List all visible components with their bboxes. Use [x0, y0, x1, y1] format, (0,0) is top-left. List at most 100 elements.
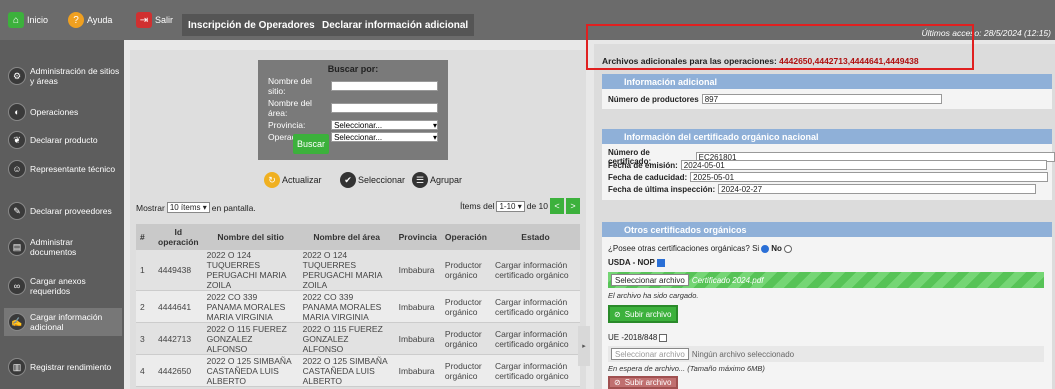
no-radio[interactable]	[783, 244, 792, 253]
cell-area: 2022 O 115 FUEREZ GONZALEZ ALFONSO	[298, 322, 395, 355]
table-row[interactable]: 3 4442713 2022 O 115 FUEREZ GONZALEZ ALF…	[136, 322, 580, 355]
usda-row: USDA - NOP	[608, 258, 665, 267]
attachments-icon: ∞	[8, 277, 26, 295]
tab-inscripcion-operadores[interactable]: Inscripción de Operadores	[182, 14, 321, 36]
table-row[interactable]: 4 4442650 2022 O 125 SIMBAÑA CASTAÑEDA L…	[136, 354, 580, 387]
table-row[interactable]: 1 4449438 2022 O 124 TUQUERRES PERUGACHI…	[136, 250, 580, 291]
group-label: Agrupar	[430, 175, 463, 185]
table-header-row: # Id operación Nombre del sitio Nombre d…	[136, 224, 580, 250]
select-label: Seleccionar	[358, 175, 406, 185]
inspection-date-row: Fecha de última inspección: 2024-02-27	[608, 184, 1037, 194]
help-label: Ayuda	[87, 15, 113, 25]
sidebar-item-declarar-producto[interactable]: ❦ Declarar producto	[8, 131, 120, 149]
ue-no-file-text: Ningún archivo seleccionado	[691, 349, 795, 359]
site-name-input[interactable]	[331, 81, 438, 91]
sidebar-item-sitios[interactable]: ⚙ Administración de sitios y áreas	[8, 66, 120, 86]
ue-select-file-button[interactable]: Seleccionar archivo	[611, 348, 689, 360]
show-prefix: Mostrar	[136, 202, 165, 213]
chevron-down-icon: ▾	[432, 121, 437, 130]
yes-radio[interactable]	[761, 244, 770, 253]
usda-loaded-message: El archivo ha sido cargado.	[608, 291, 699, 300]
pagination: Ítems del 1-10 ▾ de 10 < >	[460, 198, 580, 214]
items-prefix: Ítems del	[459, 201, 495, 211]
cell-operation: Productor orgánico	[440, 290, 491, 323]
header-nombre-sitio: Nombre del sitio	[202, 224, 299, 250]
prev-page-button[interactable]: <	[550, 198, 564, 214]
area-name-input[interactable]	[331, 103, 438, 113]
header-id-operacion: Id operación	[154, 224, 203, 250]
search-button[interactable]: Buscar	[293, 134, 329, 154]
producers-input[interactable]: 897	[701, 94, 942, 104]
search-title: Buscar por:	[327, 64, 379, 74]
table-row[interactable]: 2 4444641 2022 CO 339 PANAMA MORALES MAR…	[136, 290, 580, 323]
header-estado: Estado	[490, 224, 580, 250]
sidebar-item-cargar-info[interactable]: ✍ Cargar información adicional	[4, 308, 122, 336]
no-label: No	[771, 244, 782, 253]
cell-province: Imbabura	[394, 250, 441, 291]
inspection-date-input[interactable]: 2024-02-27	[718, 184, 1037, 194]
usda-select-file-button[interactable]: Seleccionar archivo	[611, 274, 689, 286]
cell-status: Cargar información certificado orgánico	[490, 290, 580, 323]
ue-row: UE -2018/848	[608, 333, 668, 342]
sidebar-item-label: Registrar rendimiento	[30, 362, 112, 372]
home-button[interactable]: ⌂ Inicio	[8, 10, 48, 30]
home-icon: ⌂	[8, 12, 24, 28]
sidebar-item-anexos[interactable]: ∞ Cargar anexos requeridos	[8, 276, 120, 296]
documents-icon: ▤	[8, 238, 26, 256]
expiry-date-input[interactable]: 2025-05-01	[690, 172, 1049, 182]
operation-select[interactable]: Seleccionar... ▾	[331, 132, 438, 142]
usda-checkbox[interactable]	[656, 258, 665, 267]
sidebar-item-proveedores[interactable]: ✎ Declarar proveedores	[8, 202, 120, 220]
collapse-panel-handle[interactable]: ▸	[578, 326, 590, 366]
highlight-box	[586, 24, 974, 70]
usda-upload-button[interactable]: ⊘ Subir archivo	[608, 305, 678, 323]
province-select[interactable]: Seleccionar... ▾	[331, 120, 438, 130]
operations-table: # Id operación Nombre del sitio Nombre d…	[136, 224, 580, 387]
items-total: de 10	[526, 201, 548, 211]
ue-upload-button[interactable]: ⊘ Subir archivo	[608, 376, 678, 389]
cell-province: Imbabura	[394, 322, 441, 355]
header-nombre-area: Nombre del área	[298, 224, 395, 250]
items-range-select[interactable]: 1-10 ▾	[496, 200, 525, 212]
group-button[interactable]: ☰ Agrupar	[412, 172, 462, 188]
sidebar-item-label: Administrar documentos	[30, 237, 77, 257]
ue-checkbox[interactable]	[659, 333, 668, 342]
group-icon: ☰	[412, 172, 428, 188]
upload-label: Subir archivo	[624, 309, 672, 319]
sidebar-item-operaciones[interactable]: ◐ Operaciones	[8, 103, 120, 121]
sidebar-item-representante[interactable]: ☺ Representante técnico	[8, 160, 120, 178]
cell-id: 4444641	[154, 290, 203, 323]
select-button[interactable]: ✔ Seleccionar	[340, 172, 405, 188]
area-name-label: Nombre del área:	[268, 98, 312, 118]
page-size-select[interactable]: 10 ítems ▾	[166, 202, 210, 213]
cell-site: 2022 O 115 FUEREZ GONZALEZ ALFONSO	[202, 322, 299, 355]
section-header-info-adicional: Información adicional	[602, 74, 1052, 89]
inspection-date-label: Fecha de última inspección:	[608, 184, 716, 194]
cell-index: 1	[136, 250, 154, 291]
cell-site: 2022 O 125 SIMBAÑA CASTAÑEDA LUIS ALBERT…	[202, 354, 299, 387]
refresh-button[interactable]: ↻ Actualizar	[264, 172, 322, 188]
cell-status: Cargar información certificado orgánico	[490, 250, 580, 291]
sidebar-item-documentos[interactable]: ▤ Administrar documentos	[8, 237, 120, 257]
sidebar-item-label: Representante técnico	[30, 164, 116, 174]
show-suffix: en pantalla.	[211, 202, 256, 213]
tab-declarar-informacion[interactable]: Declarar información adicional	[316, 14, 475, 36]
expiry-date-label: Fecha de caducidad:	[608, 172, 688, 182]
help-button[interactable]: ? Ayuda	[68, 10, 112, 30]
usda-label: USDA - NOP	[608, 258, 655, 267]
cell-site: 2022 CO 339 PANAMA MORALES MARIA VIRGINI…	[202, 290, 299, 323]
section-header-otros: Otros certificados orgánicos	[602, 222, 1052, 237]
sidebar-item-rendimiento[interactable]: ▥ Registrar rendimiento	[8, 358, 120, 376]
header-index: #	[136, 224, 154, 250]
sidebar-item-label: Declarar proveedores	[30, 206, 112, 216]
cell-area: 2022 CO 339 PANAMA MORALES MARIA VIRGINI…	[298, 290, 395, 323]
cell-index: 2	[136, 290, 154, 323]
logout-button[interactable]: ⇥ Salir	[136, 10, 173, 30]
ue-label: UE -2018/848	[608, 333, 658, 342]
upload-label: Subir archivo	[624, 378, 672, 387]
home-label: Inicio	[27, 15, 49, 25]
next-page-button[interactable]: >	[566, 198, 580, 214]
logout-label: Salir	[155, 15, 174, 25]
issue-date-input[interactable]: 2024-05-01	[680, 160, 1047, 170]
other-cert-question: ¿Posee otras certificaciones orgánicas? …	[608, 244, 794, 253]
